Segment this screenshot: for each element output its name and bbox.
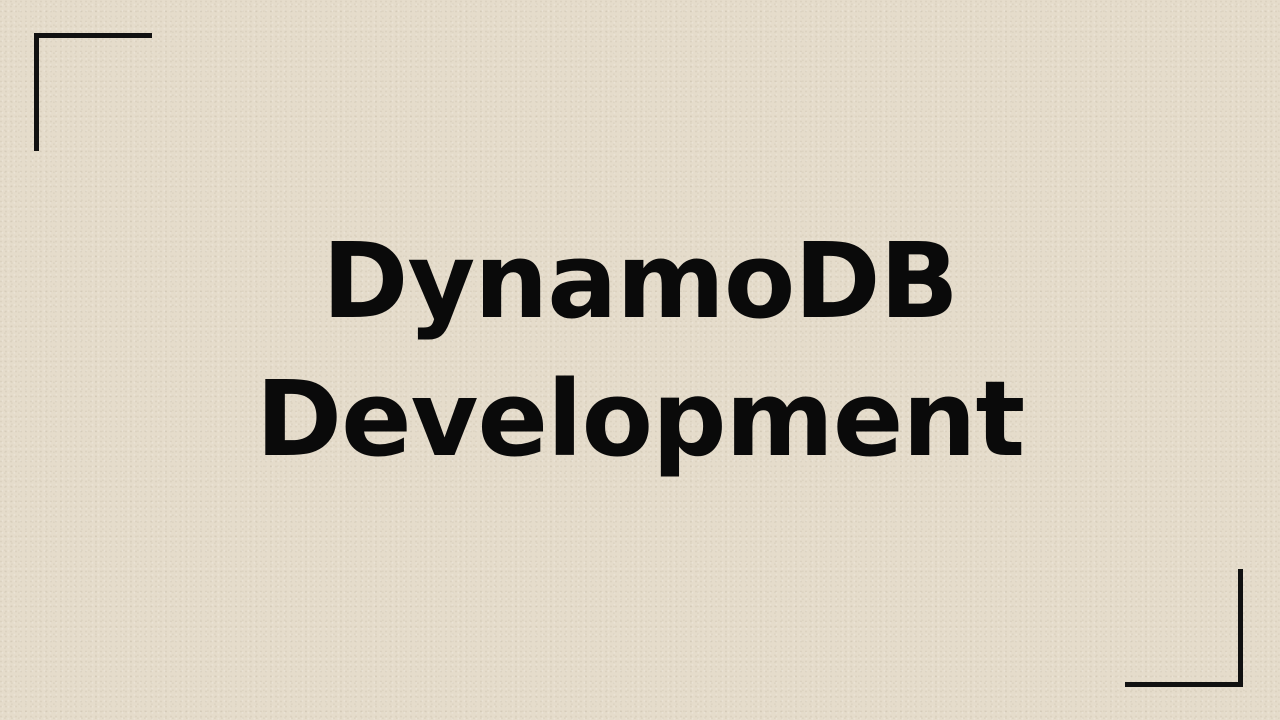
slide-title: DynamoDB Development: [0, 212, 1280, 488]
title-line-2: Development: [255, 358, 1025, 480]
bottom-right-corner-mark: [1125, 569, 1243, 687]
top-left-corner-mark: [34, 33, 152, 151]
title-line-1: DynamoDB: [322, 220, 959, 342]
